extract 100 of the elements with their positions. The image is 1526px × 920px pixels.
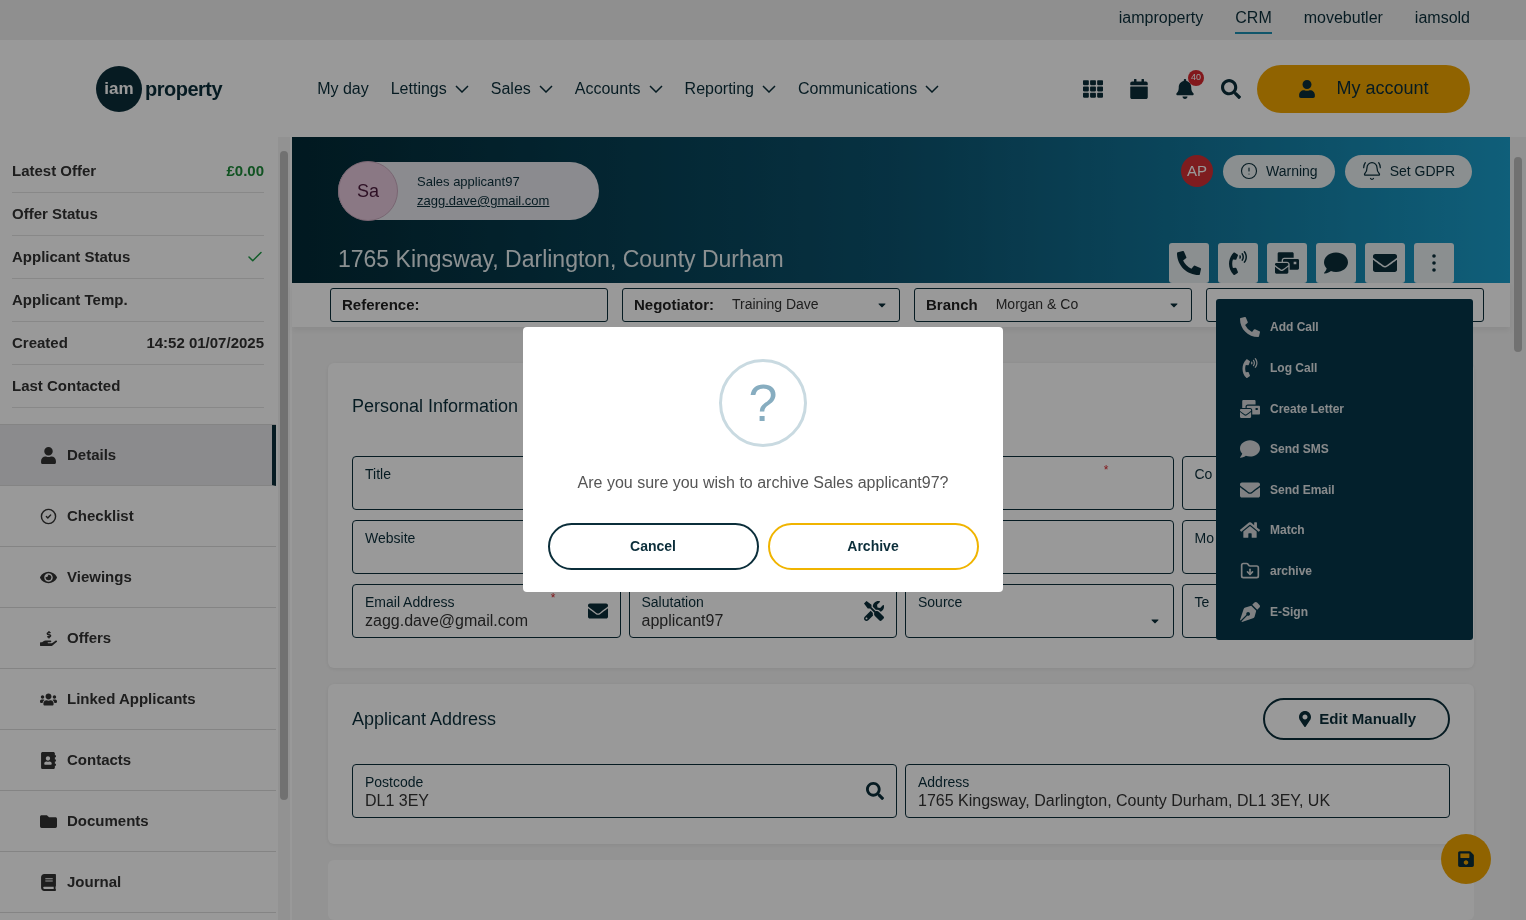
tools-icon — [864, 601, 884, 621]
phone-icon — [1177, 250, 1201, 275]
search-icon[interactable] — [866, 782, 884, 800]
bell-icon — [1361, 161, 1382, 181]
info-label: Offer Status — [12, 203, 98, 224]
more-actions-button[interactable] — [1414, 242, 1454, 283]
quick-action-button[interactable] — [1218, 242, 1258, 283]
filter-value: Training Dave — [732, 295, 819, 315]
field-label: Postcode — [365, 773, 424, 791]
required-asterisk: * — [1103, 462, 1109, 479]
sidebar-nav-item[interactable]: Details — [0, 425, 276, 486]
check-circle-icon — [40, 507, 57, 525]
nav-menu-item[interactable]: Accounts — [574, 76, 663, 101]
site-link[interactable]: movebutler — [1303, 6, 1383, 34]
filter-label: Negotiator: — [634, 294, 714, 315]
folder-download-icon — [1240, 561, 1260, 582]
chat-bubble-icon — [1324, 250, 1348, 275]
scrollbar[interactable] — [278, 137, 290, 920]
field-value: DL1 3EY — [365, 791, 430, 811]
hand-money-icon — [40, 629, 57, 647]
user-initials-badge: AP — [1181, 155, 1213, 187]
more-icon — [1432, 253, 1436, 272]
map-pin-icon — [1297, 711, 1314, 727]
info-label: Created — [12, 332, 68, 353]
input-field[interactable]: Source — [905, 584, 1174, 638]
info-label: Applicant Status — [12, 246, 131, 267]
app-grid-icon[interactable] — [1083, 78, 1103, 99]
nav-menu-item[interactable]: Lettings — [390, 76, 469, 101]
phone-ringing-icon — [1240, 357, 1260, 378]
filter-label: Reference: — [342, 294, 420, 315]
filter-field[interactable]: Reference: — [330, 287, 608, 322]
book-icon — [40, 873, 57, 891]
question-mark: ? — [748, 377, 778, 429]
field-label: Address — [918, 773, 970, 791]
banner-button[interactable]: Warning — [1223, 154, 1335, 188]
field-label: Te — [1194, 593, 1210, 611]
field-value: applicant97 — [641, 611, 724, 631]
logo-badge: iam — [96, 65, 142, 112]
field-label: Website — [365, 529, 416, 547]
phone-icon — [1240, 317, 1260, 338]
menu-item[interactable]: Send SMS — [1216, 428, 1473, 470]
input-field[interactable]: Email Address zagg.dave@gmail.com * — [352, 584, 621, 638]
nav-menu-item[interactable]: Reporting — [684, 76, 776, 101]
info-label: Latest Offer — [12, 160, 97, 181]
dialog-button[interactable]: Archive — [767, 523, 979, 570]
menu-item[interactable]: E-Sign — [1216, 591, 1473, 632]
field-value: 1765 Kingsway, Darlington, County Durham, DL1 3EY, UK — [918, 791, 1331, 811]
search-icon[interactable] — [1221, 78, 1241, 99]
mailbox-icon — [1240, 398, 1260, 419]
info-value: 14:52 01/07/2025 — [146, 332, 264, 353]
applicant-name: Sales applicant97 — [417, 172, 521, 191]
logo[interactable]: iam property — [96, 65, 223, 112]
quick-action-button[interactable] — [1365, 242, 1405, 283]
person-icon — [1298, 79, 1317, 98]
field-label: Source — [918, 593, 963, 611]
quick-action-button[interactable] — [1316, 242, 1356, 283]
quick-action-button[interactable] — [1169, 242, 1209, 283]
save-button[interactable] — [1441, 834, 1491, 884]
menu-item[interactable]: Log Call — [1216, 347, 1473, 389]
property-address: 1765 Kingsway, Darlington, County Durham — [338, 245, 784, 274]
applicant-email-link[interactable]: zagg.dave@gmail.com — [417, 191, 550, 211]
section-title: Personal Information — [352, 395, 519, 418]
site-link[interactable]: iamsold — [1414, 6, 1470, 34]
quick-action-button[interactable] — [1267, 242, 1307, 283]
menu-item[interactable]: archive — [1216, 550, 1473, 592]
menu-item[interactable]: Match — [1216, 510, 1473, 551]
nav-menu-item[interactable]: Sales — [490, 76, 553, 101]
field-label: Co — [1194, 465, 1213, 483]
site-link[interactable]: iamproperty — [1118, 6, 1204, 34]
my-account-button[interactable]: My account — [1257, 64, 1470, 113]
site-link[interactable]: CRM — [1235, 6, 1272, 34]
input-field[interactable]: Address 1765 Kingsway, Darlington, County Durham, DL1 3EY, UK — [905, 764, 1450, 818]
menu-item[interactable]: Send Email — [1216, 469, 1473, 511]
dialog-button[interactable]: Cancel — [547, 523, 759, 570]
menu-item[interactable]: Create Letter — [1216, 388, 1473, 429]
input-field[interactable]: Postcode DL1 3EY — [352, 764, 897, 818]
required-asterisk: * — [550, 590, 556, 607]
info-value: £0.00 — [226, 160, 264, 181]
calendar-icon[interactable] — [1129, 78, 1149, 99]
house-icon — [1240, 520, 1260, 541]
envelope-icon — [587, 601, 608, 621]
scrollbar[interactable] — [1510, 137, 1526, 920]
nav-menu-item[interactable]: My day — [317, 76, 369, 101]
field-label: Email Address — [365, 593, 455, 611]
filter-field[interactable]: Branch Morgan & Co — [914, 287, 1192, 322]
alert-icon — [1240, 162, 1258, 180]
section-title: Applicant Address — [352, 707, 497, 731]
filter-label: Branch — [926, 294, 978, 315]
filter-value: Morgan & Co — [995, 295, 1079, 315]
nav-menu-item[interactable]: Communications — [797, 76, 940, 101]
banner-button[interactable]: Set GDPR — [1344, 154, 1472, 188]
edit-manually-button[interactable]: Edit Manually — [1263, 698, 1450, 740]
logo-text: property — [145, 76, 223, 102]
notification-bell-icon[interactable] — [1175, 78, 1195, 99]
filter-field[interactable]: Negotiator: Training Dave — [622, 287, 900, 322]
menu-item[interactable]: Add Call — [1216, 307, 1473, 348]
field-value: zagg.dave@gmail.com — [365, 611, 528, 631]
field-label: Mo — [1194, 529, 1214, 547]
person-icon — [40, 446, 57, 464]
phone-ringing-icon — [1226, 250, 1250, 275]
